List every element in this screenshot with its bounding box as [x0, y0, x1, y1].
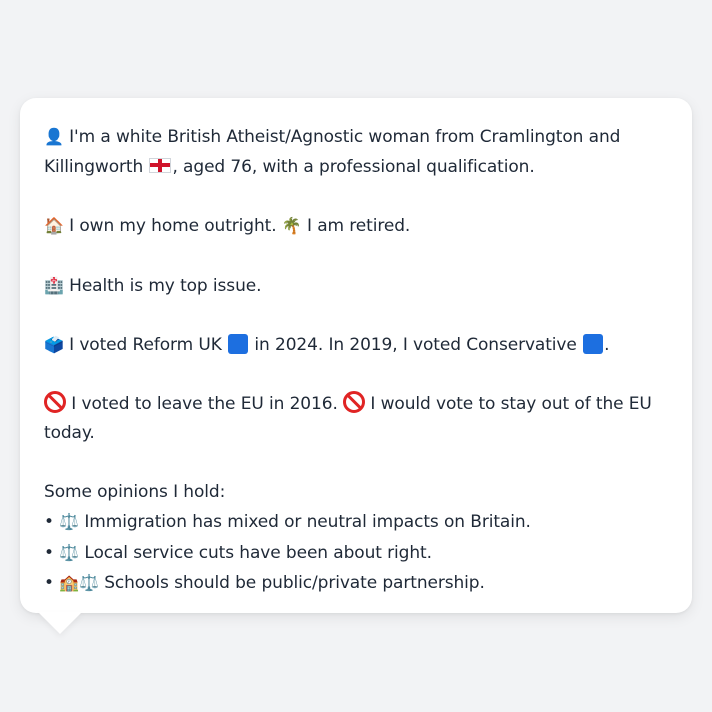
identity-text-a: I'm a white British Atheist/Agnostic wom…	[63, 127, 621, 147]
conservative-blue-square-icon	[583, 334, 604, 354]
balance-scale-icon: ⚖️	[59, 512, 80, 531]
bullet: •	[44, 512, 60, 532]
vote-text-b: in 2024. In 2019, I voted Conservative	[249, 335, 583, 355]
person-silhouette-icon: 👤	[44, 127, 64, 146]
eu-text-c: today.	[44, 423, 95, 443]
hospital-icon: 🏥	[44, 275, 64, 295]
opinions-heading: Some opinions I hold:	[44, 481, 226, 502]
identity-text-c: , aged 76, with a professional qualifica…	[172, 156, 535, 177]
no-entry-icon	[343, 390, 366, 413]
opinion-text: Immigration has mixed or neutral impacts…	[79, 512, 531, 532]
opinion-text: Local service cuts have been about right…	[79, 542, 432, 563]
health-paragraph: 🏥 Health is my top issue.	[44, 271, 668, 302]
identity-paragraph: 👤 I'm a white British Atheist/Agnostic w…	[44, 122, 668, 182]
opinions-section: Some opinions I hold: • ⚖️ Immigration h…	[44, 478, 668, 599]
eu-text-b: I would vote to stay out of the EU	[365, 393, 652, 414]
retired-text: I am retired.	[301, 216, 411, 236]
opinion-item: • ⚖️ Immigration has mixed or neutral im…	[44, 507, 668, 538]
reform-blue-square-icon	[228, 334, 249, 354]
balance-scale-icon: ⚖️	[79, 573, 99, 592]
identity-line-1: 👤 I'm a white British Atheist/Agnostic w…	[44, 122, 668, 153]
bullet: •	[44, 542, 60, 563]
home-text: I own my home outright.	[63, 216, 282, 236]
england-flag-icon	[149, 157, 172, 173]
home-paragraph: 🏠 I own my home outright. 🌴 I am retired…	[44, 211, 668, 242]
palm-tree-icon: 🌴	[281, 216, 302, 235]
house-icon: 🏠	[44, 216, 64, 235]
speech-bubble-tail	[38, 612, 82, 634]
opinion-text: Schools should be public/private partner…	[98, 573, 485, 593]
ballot-box-icon: 🗳️	[44, 335, 64, 354]
vote-text-c: .	[604, 335, 610, 355]
eu-line-2: today.	[44, 419, 668, 449]
balance-scale-icon: ⚖️	[59, 542, 80, 562]
eu-line-1: I voted to leave the EU in 2016. I would…	[44, 390, 668, 420]
eu-paragraph: I voted to leave the EU in 2016. I would…	[44, 390, 668, 449]
vote-text-a: I voted Reform UK	[63, 335, 228, 355]
identity-text-b: Killingworth	[44, 156, 149, 177]
profile-card: 👤 I'm a white British Atheist/Agnostic w…	[20, 98, 692, 613]
health-text: Health is my top issue.	[63, 275, 262, 296]
bullet: •	[44, 573, 60, 593]
vote-paragraph: 🗳️ I voted Reform UK in 2024. In 2019, I…	[44, 330, 668, 361]
school-icon: 🏫	[59, 573, 80, 592]
eu-text-a: I voted to leave the EU in 2016.	[66, 393, 344, 414]
opinion-item: • 🏫⚖️ Schools should be public/private p…	[44, 568, 668, 599]
no-entry-icon	[44, 390, 66, 413]
identity-line-2: Killingworth , aged 76, with a professio…	[44, 153, 668, 183]
opinion-item: • ⚖️ Local service cuts have been about …	[44, 538, 668, 569]
